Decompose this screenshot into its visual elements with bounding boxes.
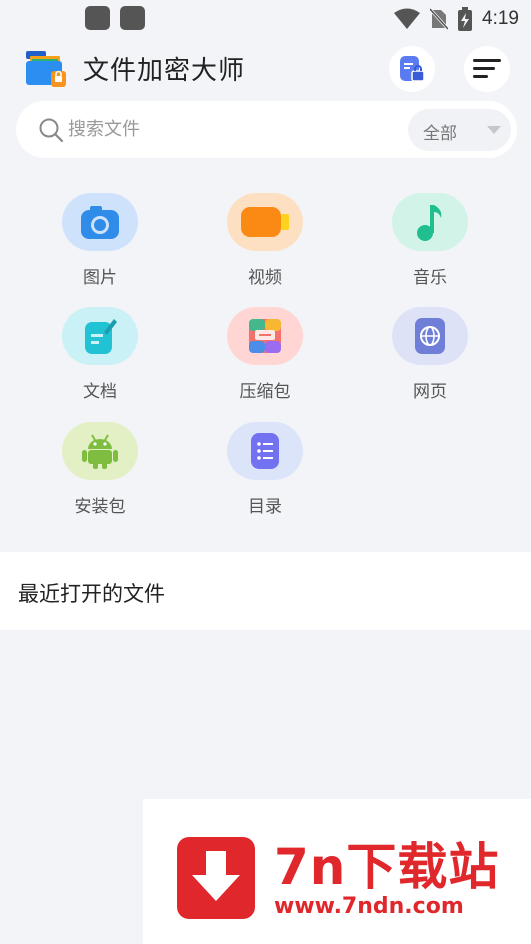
no-sim-icon [430,8,449,30]
list-directory-icon [251,433,279,469]
file-type-filter-dropdown[interactable]: 全部 [408,109,511,151]
category-icon-bg [227,307,303,365]
category-label: 图片 [83,268,117,288]
wifi-icon [394,8,421,29]
camera-icon [81,206,119,239]
app-header: 文件加密大师 [0,38,531,98]
category-documents[interactable]: 文档 [45,307,155,402]
category-label: 视频 [248,268,282,288]
category-directory[interactable]: 目录 [210,422,320,517]
status-icons: 4:19 [394,6,519,32]
menu-button[interactable] [464,46,510,92]
category-icon-bg [392,193,468,251]
category-icon-bg [62,307,138,365]
category-music[interactable]: 音乐 [375,193,485,288]
category-icon-bg [62,193,138,251]
dropdown-arrow-icon [487,126,501,134]
app-title: 文件加密大师 [83,56,246,86]
category-apks[interactable]: 安装包 [45,422,155,517]
watermark-banner: 7n下载站 www.7ndn.com [143,799,531,944]
android-icon [82,434,118,469]
search-bar: 全部 [16,101,517,158]
category-images[interactable]: 图片 [45,193,155,288]
watermark-title: 7n下载站 [274,838,500,896]
category-archives[interactable]: 压缩包 [210,307,320,402]
status-bar: 4:19 [0,0,531,38]
download-logo-icon [177,837,255,919]
web-globe-icon [415,318,445,354]
category-label: 目录 [248,497,282,517]
category-label: 文档 [83,382,117,402]
category-label: 音乐 [413,268,447,288]
document-icon [85,319,117,354]
category-label: 压缩包 [239,382,291,402]
app-logo-icon [26,51,66,87]
encrypted-files-button[interactable] [389,46,435,92]
clock: 4:19 [482,8,519,29]
watermark-url: www.7ndn.com [274,894,464,919]
filter-selected-value: 全部 [423,124,457,144]
battery-charging-icon [458,7,473,31]
video-icon [241,207,289,237]
music-note-icon [417,205,442,241]
category-icon-bg [227,422,303,480]
category-webpages[interactable]: 网页 [375,307,485,402]
recent-files-title: 最近打开的文件 [18,582,165,606]
menu-lines-icon [473,59,501,78]
recent-files-section: 最近打开的文件 [0,552,531,630]
category-videos[interactable]: 视频 [210,193,320,288]
category-icon-bg [392,307,468,365]
category-icon-bg [62,422,138,480]
notification-app-icon [85,6,110,30]
category-label: 网页 [413,382,447,402]
search-icon [39,118,64,143]
archive-icon [249,319,281,353]
file-lock-icon [400,56,425,82]
search-input[interactable] [68,114,388,144]
category-label: 安装包 [74,497,126,517]
category-icon-bg [227,193,303,251]
notification-app-icon [120,6,145,30]
